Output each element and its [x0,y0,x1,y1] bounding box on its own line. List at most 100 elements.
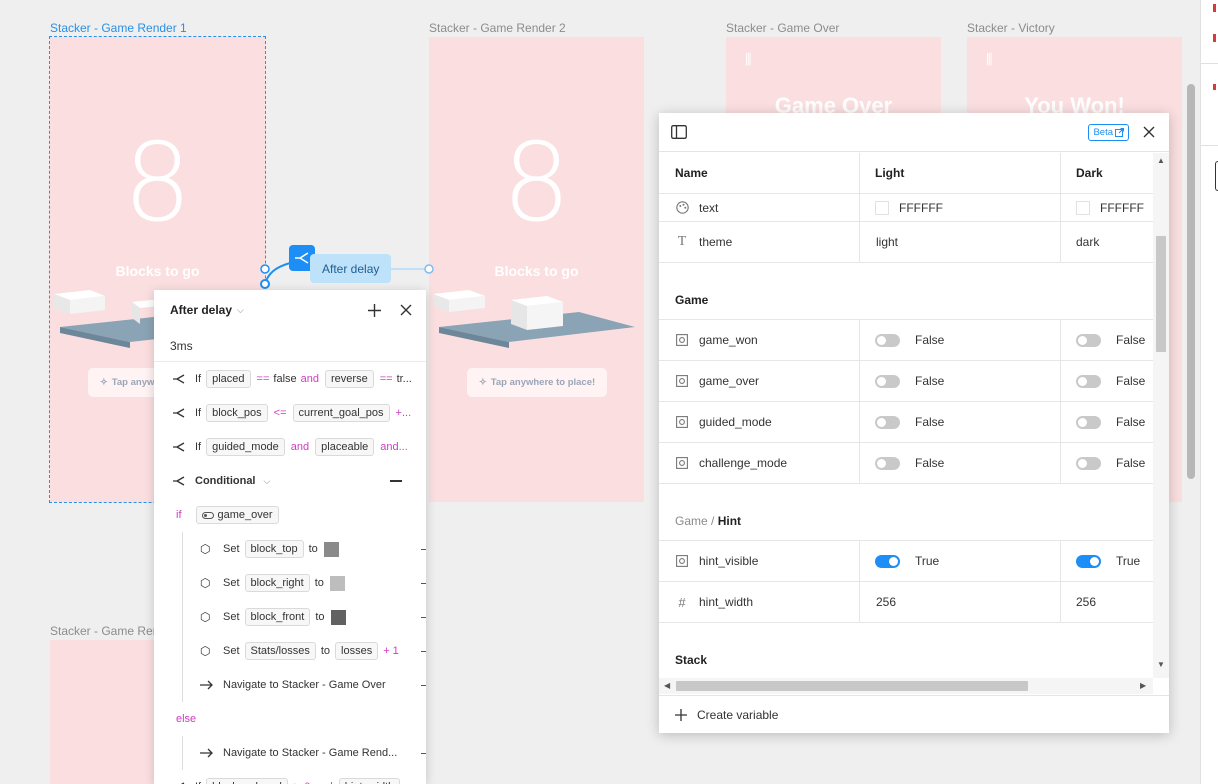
color-swatch[interactable] [1076,200,1090,215]
toggle-switch[interactable] [1076,415,1101,429]
light-value: False [915,415,945,429]
variable-name[interactable]: game_won [699,333,758,347]
variable-name[interactable]: hint_visible [699,554,758,568]
properties-panel [1200,0,1218,784]
light-value: False [915,333,945,347]
branch-icon [172,408,186,418]
create-variable-button[interactable]: Create variable [659,695,1169,733]
frame-label-victory[interactable]: Stacker - Victory [967,21,1055,35]
table-row[interactable]: # hint_width 256 256 [659,582,1153,623]
variables-table: Name Light Dark text FFFFFF FFFFFF Tthem… [659,153,1153,678]
table-row[interactable]: guided_mode False False [659,402,1153,443]
variable-name[interactable]: challenge_mode [699,456,787,470]
frame-label-game-render-2[interactable]: Stacker - Game Render 2 [429,21,566,35]
table-row[interactable]: game_won False False [659,320,1153,361]
variables-modal: Beta Name Light Dark text FFFFFF FFFFFF … [659,113,1169,733]
external-link-icon [1115,128,1124,137]
column-name: Name [675,166,708,180]
variable-name[interactable]: text [699,201,718,215]
toggle-switch[interactable] [875,374,900,388]
frame-label-game-over[interactable]: Stacker - Game Over [726,21,839,35]
variable-name[interactable]: theme [699,235,732,249]
variable-name[interactable]: guided_mode [699,415,772,429]
set-row-block-top[interactable]: ⬡ Set block_top to [154,532,426,566]
scroll-left-icon[interactable]: ◀ [664,681,670,690]
variables-header: Beta [659,113,1169,152]
connector-label[interactable]: After delay [310,254,392,283]
toggle-switch[interactable] [1076,333,1101,347]
if-variable[interactable]: game_over [195,506,279,524]
variable-set-icon: ⬡ [200,542,211,556]
add-icon[interactable] [364,300,384,320]
toggle-switch[interactable] [875,554,900,568]
stats-icon: ⫼ [986,51,993,67]
variable-set-icon: ⬡ [200,576,211,590]
condition-row-block-pos[interactable]: If block_pos <= current_goal_pos +... [154,396,426,430]
sidebar-toggle-icon[interactable] [671,125,687,142]
trigger-select[interactable]: After delay [170,303,232,317]
condition-row-placed[interactable]: If placed == false and reverse == tr... [154,362,426,396]
table-row[interactable]: challenge_mode False False [659,443,1153,484]
if-row[interactable]: if game_over [154,498,426,532]
table-row[interactable]: Ttheme light dark [659,222,1153,263]
boolean-icon [675,374,689,388]
frame-game-render-2[interactable]: 8 Blocks to go ✧ Tap anywhere to place! [429,37,644,502]
close-icon[interactable] [396,300,416,320]
frame-label-game-render-1[interactable]: Stacker - Game Render 1 [50,21,187,35]
color-swatch[interactable] [875,200,889,215]
scroll-thumb[interactable] [1156,236,1166,352]
close-icon[interactable] [1143,126,1155,141]
dark-value[interactable]: 256 [1076,595,1096,609]
column-dark: Dark [1076,166,1103,180]
navigate-row-game-render[interactable]: Navigate to Stacker - Game Rend... [154,736,426,770]
column-light: Light [875,166,905,180]
blocks-count: 8 [123,121,192,246]
horizontal-scrollbar[interactable]: ◀ ▶ [659,678,1153,694]
delay-input[interactable]: 3ms [154,330,426,362]
conditional-header[interactable]: Conditional ⌵ [154,464,426,498]
variable-name[interactable]: game_over [699,374,759,388]
table-row[interactable]: hint_visible True True [659,541,1153,582]
vertical-scrollbar[interactable]: ▲ ▼ [1153,153,1169,678]
table-row[interactable]: text FFFFFF FFFFFF [659,194,1153,222]
set-row-block-front[interactable]: ⬡ Set block_front to [154,600,426,634]
tap-icon: ✧ [478,377,487,388]
condition-row-guided[interactable]: If guided_mode and placeable and... [154,430,426,464]
chevron-down-icon[interactable]: ⌵ [264,476,271,487]
set-row-block-right[interactable]: ⬡ Set block_right to [154,566,426,600]
toggle-switch[interactable] [1076,456,1101,470]
scroll-right-icon[interactable]: ▶ [1140,681,1146,690]
color-swatch[interactable] [330,609,346,625]
else-row[interactable]: else [154,702,426,736]
toggle-switch[interactable] [875,415,900,429]
light-value: True [915,554,940,568]
light-value[interactable]: light [876,235,898,249]
toggle-switch[interactable] [1076,554,1101,568]
set-row-stats-losses[interactable]: ⬡ Set Stats/losses to losses + 1 [154,634,426,668]
dark-value[interactable]: FFFFFF [1100,201,1144,215]
condition-row-blocks-placed[interactable]: If blocks_placed > 0 and hint_width [154,770,426,784]
dark-value: False [1116,456,1146,470]
dark-value: False [1116,374,1146,388]
table-row[interactable]: game_over False False [659,361,1153,402]
frame-label-game-render-3[interactable]: Stacker - Game Ren [50,624,159,638]
toggle-switch[interactable] [875,333,900,347]
frame-game-render-3[interactable] [50,640,160,784]
light-value[interactable]: 256 [876,595,896,609]
scroll-thumb[interactable] [676,681,1028,691]
collapse-icon[interactable] [390,480,402,482]
dark-value[interactable]: dark [1076,235,1099,249]
branch-icon [172,374,186,384]
color-swatch[interactable] [329,575,345,591]
scroll-down-icon[interactable]: ▼ [1157,660,1165,669]
color-swatch[interactable] [323,541,339,557]
chevron-down-icon[interactable]: ⌵ [237,305,244,316]
canvas-scrollbar[interactable] [1187,84,1195,479]
navigate-row-game-over[interactable]: Navigate to Stacker - Game Over [154,668,426,702]
scroll-up-icon[interactable]: ▲ [1157,156,1165,165]
toggle-switch[interactable] [875,456,900,470]
light-value[interactable]: FFFFFF [899,201,943,215]
beta-badge[interactable]: Beta [1088,124,1129,141]
toggle-switch[interactable] [1076,374,1101,388]
variable-name[interactable]: hint_width [699,595,753,609]
